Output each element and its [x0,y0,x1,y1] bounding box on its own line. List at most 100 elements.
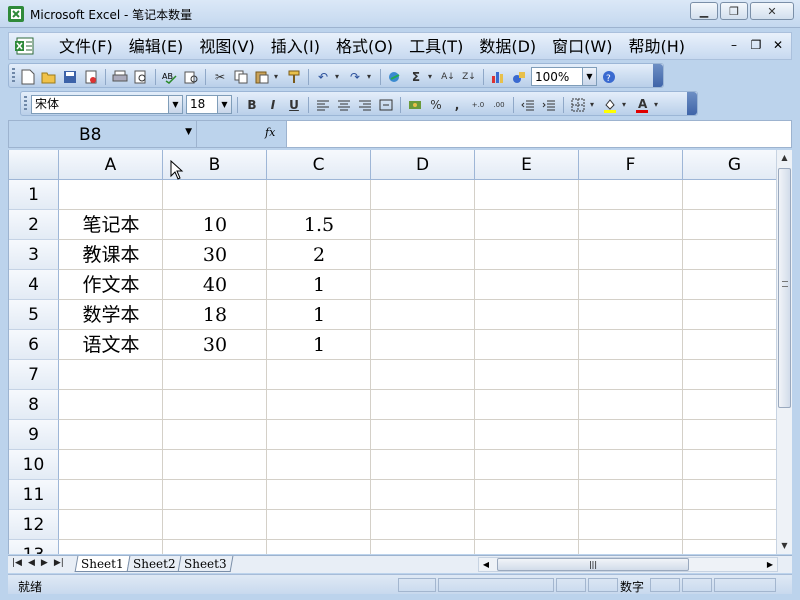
save-icon[interactable] [61,68,79,86]
row-header-4[interactable]: 4 [9,270,59,300]
menu-window[interactable]: 窗口(W) [544,37,620,57]
borders-icon[interactable] [569,96,587,114]
cell-a2[interactable]: 笔记本 [59,210,163,240]
sheet-tab-sheet2[interactable]: Sheet2 [126,556,182,572]
doc-minimize-button[interactable]: – [727,38,741,52]
borders-dropdown-icon[interactable]: ▾ [590,100,598,109]
cell-c3[interactable]: 2 [267,240,371,270]
cell-a5[interactable]: 数学本 [59,300,163,330]
vertical-scroll-thumb[interactable] [778,168,791,408]
font-color-dropdown-icon[interactable]: ▾ [654,100,662,109]
redo-dropdown-icon[interactable]: ▾ [367,72,375,81]
prev-sheet-icon[interactable]: ◀ [28,558,35,568]
increase-decimal-icon[interactable]: +.0 [469,96,487,114]
copy-icon[interactable] [232,68,250,86]
column-header-e[interactable]: E [475,150,579,180]
horizontal-scrollbar[interactable]: ◀ ||| ▶ [478,557,778,572]
next-sheet-icon[interactable]: ▶ [41,558,48,568]
fill-color-icon[interactable] [601,96,619,114]
row-header-1[interactable]: 1 [9,180,59,210]
cell-c2[interactable]: 1.5 [267,210,371,240]
increase-indent-icon[interactable] [540,96,558,114]
column-header-c[interactable]: C [267,150,371,180]
bold-button[interactable]: B [243,96,261,114]
column-header-g[interactable]: G [683,150,776,180]
undo-dropdown-icon[interactable]: ▾ [335,72,343,81]
align-center-icon[interactable] [335,96,353,114]
cell-b4[interactable]: 40 [163,270,267,300]
horizontal-scroll-thumb[interactable]: ||| [497,558,689,571]
font-name-dropdown-icon[interactable]: ▼ [168,96,182,113]
menu-view[interactable]: 视图(V) [191,37,262,57]
fill-color-dropdown-icon[interactable]: ▾ [622,100,630,109]
cell-b3[interactable]: 30 [163,240,267,270]
cell-a6[interactable]: 语文本 [59,330,163,360]
drawing-icon[interactable] [510,68,528,86]
column-header-f[interactable]: F [579,150,683,180]
comma-button[interactable]: , [448,96,466,114]
row-header-7[interactable]: 7 [9,360,59,390]
row-header-13[interactable]: 13 [9,540,59,554]
font-color-icon[interactable]: A [633,96,651,114]
decrease-decimal-icon[interactable]: .00 [490,96,508,114]
scroll-left-icon[interactable]: ◀ [479,558,493,571]
doc-restore-button[interactable]: ❐ [749,38,763,52]
cell-c6[interactable]: 1 [267,330,371,360]
menu-file[interactable]: 文件(F) [51,37,121,57]
row-header-12[interactable]: 12 [9,510,59,540]
cell-a3[interactable]: 教课本 [59,240,163,270]
cell-b2[interactable]: 10 [163,210,267,240]
redo-icon[interactable]: ↷ [346,68,364,86]
font-name-select[interactable]: 宋体 ▼ [31,95,183,114]
toolbar-grip[interactable] [24,96,27,112]
paste-dropdown-icon[interactable]: ▾ [274,72,282,81]
vertical-scrollbar[interactable]: ▲ ▼ [776,150,792,554]
row-header-3[interactable]: 3 [9,240,59,270]
hyperlink-icon[interactable] [386,68,404,86]
toolbar-options-icon[interactable] [687,92,697,115]
cell-c5[interactable]: 1 [267,300,371,330]
open-icon[interactable] [40,68,58,86]
column-header-a[interactable]: A [59,150,163,180]
chart-wizard-icon[interactable] [489,68,507,86]
paste-icon[interactable] [253,68,271,86]
percent-button[interactable]: % [427,96,445,114]
help-icon[interactable]: ? [600,68,618,86]
close-button[interactable]: ✕ [750,2,794,20]
cut-icon[interactable]: ✂ [211,68,229,86]
autosum-icon[interactable]: Σ [407,68,425,86]
research-icon[interactable] [182,68,200,86]
menu-help[interactable]: 帮助(H) [620,37,693,57]
undo-icon[interactable]: ↶ [314,68,332,86]
menu-insert[interactable]: 插入(I) [263,37,328,57]
sheet-tab-sheet3[interactable]: Sheet3 [177,556,234,572]
menu-tools[interactable]: 工具(T) [401,37,471,57]
column-header-d[interactable]: D [371,150,475,180]
currency-icon[interactable] [406,96,424,114]
select-all-corner[interactable] [9,150,59,180]
cell-b5[interactable]: 18 [163,300,267,330]
restore-button[interactable]: ❐ [720,2,748,20]
decrease-indent-icon[interactable] [519,96,537,114]
align-right-icon[interactable] [356,96,374,114]
permission-icon[interactable] [82,68,100,86]
menu-edit[interactable]: 编辑(E) [121,37,192,57]
name-box[interactable]: B8 ▼ [9,121,197,147]
scroll-down-icon[interactable]: ▼ [777,538,792,554]
print-preview-icon[interactable] [132,68,150,86]
insert-function-icon[interactable]: fx [265,126,275,139]
scroll-right-icon[interactable]: ▶ [763,558,777,571]
row-header-10[interactable]: 10 [9,450,59,480]
italic-button[interactable]: I [264,96,282,114]
sheet-tab-sheet1[interactable]: Sheet1 [74,556,131,572]
scroll-up-icon[interactable]: ▲ [777,150,792,166]
print-icon[interactable] [111,68,129,86]
zoom-dropdown-icon[interactable]: ▼ [582,68,596,85]
font-size-select[interactable]: 18 ▼ [186,95,232,114]
row-header-2[interactable]: 2 [9,210,59,240]
zoom-select[interactable]: 100% ▼ [531,67,597,86]
row-header-9[interactable]: 9 [9,420,59,450]
name-box-dropdown-icon[interactable]: ▼ [185,127,192,137]
row-header-11[interactable]: 11 [9,480,59,510]
merge-center-icon[interactable] [377,96,395,114]
